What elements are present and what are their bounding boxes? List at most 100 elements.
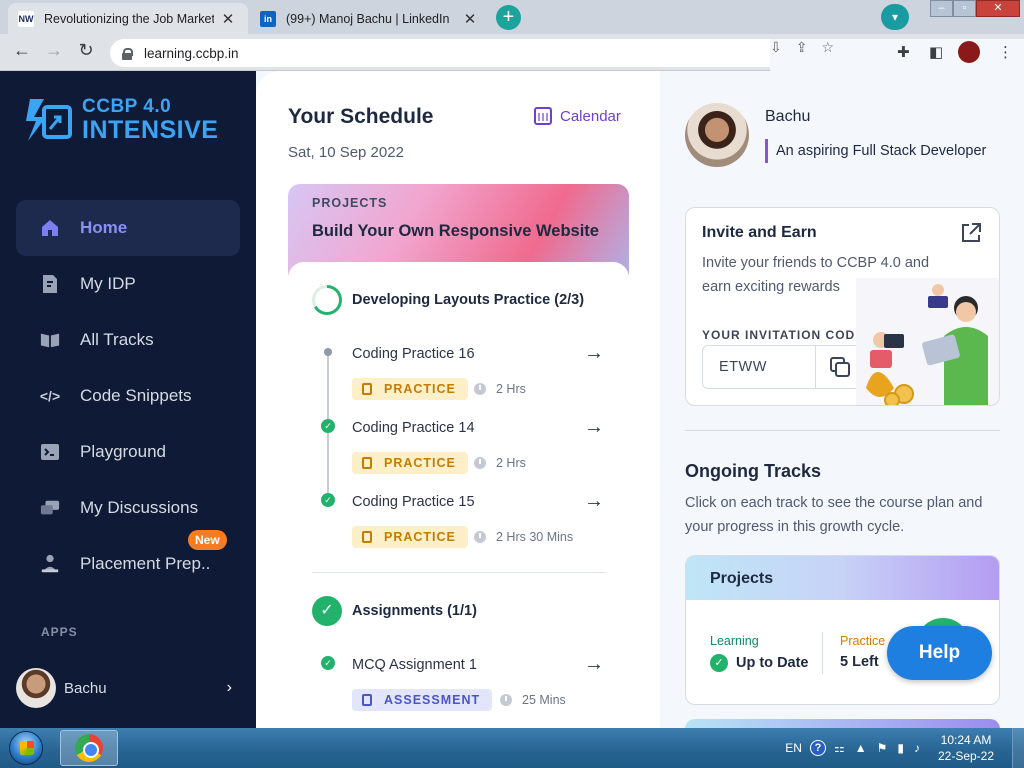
calendar-label: Calendar	[560, 107, 621, 125]
browser-tab-nxtwave[interactable]: NW Revolutionizing the Job Market | NxtW…	[8, 3, 248, 34]
start-button[interactable]	[4, 728, 48, 768]
arrow-right-icon[interactable]: →	[584, 653, 604, 676]
duration-text: 25 Mins	[522, 693, 566, 707]
nxtwave-favicon-icon: NW	[18, 10, 34, 27]
sidebar-item-label: Placement Prep..	[80, 554, 211, 573]
sidebar-item-code-snippets[interactable]: </> Code Snippets	[16, 368, 240, 424]
invite-illustration	[856, 278, 999, 405]
close-tab-icon[interactable]: ✕	[220, 10, 236, 28]
arrow-right-icon[interactable]: →	[584, 416, 604, 439]
next-track-card[interactable]	[685, 719, 1000, 728]
address-bar[interactable]: learning.ccbp.in ⇩ ⇪ ☆	[110, 39, 1024, 696]
calendar-icon	[534, 107, 552, 125]
logo-line1: CCBP 4.0	[82, 96, 172, 117]
clipboard-icon	[362, 457, 372, 469]
tab-title: Revolutionizing the Job Market | NxtWave	[44, 11, 214, 26]
minimize-button[interactable]: –	[930, 0, 953, 17]
url-text: learning.ccbp.in	[144, 45, 239, 61]
windows-taskbar: EN ? ⚏ ▲ ⚑ ▮ ♪ 10:24 AM 22-Sep-22	[0, 728, 1024, 768]
item-type-label: ASSESSMENT	[384, 693, 481, 707]
clipboard-icon	[362, 694, 372, 706]
completed-ring-icon: ✓	[312, 596, 342, 626]
network-adapter-icon[interactable]: ⚏	[834, 741, 845, 755]
sidebar-item-label: All Tracks	[80, 330, 154, 349]
volume-icon[interactable]: ♪	[914, 741, 920, 755]
terminal-icon	[40, 442, 60, 462]
new-tab-button[interactable]: +	[496, 5, 521, 30]
maximize-button[interactable]: ▫	[953, 0, 976, 17]
back-arrow-icon[interactable]: ←	[11, 40, 33, 61]
divider	[312, 572, 605, 573]
schedule-item-title[interactable]: MCQ Assignment 1	[352, 657, 477, 673]
profile-name: Bachu	[765, 108, 811, 125]
item-type-label: PRACTICE	[384, 530, 456, 544]
schedule-item-title[interactable]: Coding Practice 14	[352, 420, 475, 436]
discussions-icon	[40, 498, 60, 518]
practice-tag: PRACTICE	[352, 378, 468, 400]
close-tab-icon[interactable]: ✕	[462, 10, 478, 28]
ongoing-tracks-title: Ongoing Tracks	[685, 461, 822, 481]
sidebar-item-all-tracks[interactable]: All Tracks	[16, 312, 240, 368]
project-name[interactable]: Build Your Own Responsive Website	[312, 222, 605, 241]
assignment-group-header[interactable]: ✓ Assignments (1/1)	[312, 596, 477, 626]
divider	[822, 632, 823, 674]
language-indicator[interactable]: EN	[785, 741, 802, 755]
sidebar-user-profile[interactable]: Bachu ›	[16, 668, 240, 708]
clipboard-icon	[362, 531, 372, 543]
clock-icon	[474, 383, 486, 395]
avatar	[16, 668, 56, 708]
invitation-code-label: YOUR INVITATION CODE:	[702, 328, 870, 342]
browser-tab-linkedin[interactable]: in (99+) Manoj Bachu | LinkedIn ✕	[250, 3, 490, 34]
forward-arrow-icon[interactable]: →	[43, 40, 65, 61]
help-circle-icon[interactable]: ?	[809, 740, 826, 756]
code-icon: </>	[39, 388, 61, 404]
reload-icon[interactable]: ↻	[75, 40, 97, 61]
action-center-flag-icon[interactable]: ⚑	[877, 741, 888, 755]
profile-bio: An aspiring Full Stack Developer	[765, 139, 986, 163]
arrow-right-icon[interactable]: →	[584, 490, 604, 513]
clock-icon	[500, 694, 512, 706]
browser-toolbar: ← → ↻ learning.ccbp.in ⇩ ⇪ ☆ ✚ ◧ ⋮	[0, 34, 1024, 696]
learning-label: Learning	[710, 634, 759, 648]
browser-menu-icon[interactable]: ⋮	[998, 43, 1013, 61]
avatar[interactable]	[685, 103, 749, 167]
extensions-puzzle-icon[interactable]: ✚	[897, 43, 910, 61]
profile-avatar-icon[interactable]	[958, 41, 980, 63]
show-hidden-icons-arrow-icon[interactable]: ▲	[855, 741, 867, 755]
network-signal-icon[interactable]: ▮	[897, 741, 904, 755]
item-duration: 2 Hrs 30 Mins	[474, 530, 573, 544]
close-window-button[interactable]: ✕	[976, 0, 1020, 17]
completed-check-icon: ✓	[321, 493, 335, 507]
sidebar-item-home[interactable]: Home	[16, 200, 240, 256]
item-duration: 2 Hrs	[474, 456, 526, 470]
completed-check-icon: ✓	[321, 419, 335, 433]
item-type-label: PRACTICE	[384, 456, 456, 470]
clock-date: 22-Sep-22	[937, 749, 995, 763]
sidebar-item-playground[interactable]: Playground	[16, 424, 240, 480]
clock-icon	[474, 531, 486, 543]
taskbar-clock[interactable]: 10:24 AM 22-Sep-22	[930, 732, 1002, 764]
arrow-right-icon[interactable]: →	[584, 342, 604, 365]
practice-group-header[interactable]: Developing Layouts Practice (2/3)	[312, 285, 584, 315]
project-schedule-card: PROJECTS Build Your Own Responsive Websi…	[288, 184, 629, 728]
system-tray: EN ? ⚏ ▲ ⚑ ▮ ♪ 10:24 AM 22-Sep-22	[785, 728, 1024, 768]
home-icon	[40, 218, 60, 238]
show-desktop-button[interactable]	[1012, 728, 1024, 768]
tab-search-chevron-icon[interactable]: ▾	[881, 4, 909, 30]
ccbp-logo-icon	[24, 95, 76, 145]
ccbp-logo[interactable]: CCBP 4.0 INTENSIVE	[24, 95, 218, 145]
invite-title: Invite and Earn	[702, 224, 817, 241]
invitation-code-value: ETWW	[719, 359, 767, 375]
external-link-icon[interactable]	[960, 222, 981, 242]
practice-value: 5 Left	[840, 654, 879, 670]
schedule-item-title[interactable]: Coding Practice 15	[352, 494, 475, 510]
sidebar-item-my-idp[interactable]: My IDP	[16, 256, 240, 312]
taskbar-chrome-button[interactable]	[60, 730, 118, 766]
chevron-right-icon: ›	[226, 679, 232, 696]
side-panel-icon[interactable]: ◧	[929, 43, 943, 61]
help-button[interactable]: Help	[887, 626, 992, 680]
schedule-item-title[interactable]: Coding Practice 16	[352, 346, 475, 362]
sidebar: CCBP 4.0 INTENSIVE Home My IDP All Track…	[0, 71, 256, 728]
sidebar-item-my-discussions[interactable]: My Discussions	[16, 480, 240, 536]
calendar-link[interactable]: Calendar	[534, 107, 621, 125]
